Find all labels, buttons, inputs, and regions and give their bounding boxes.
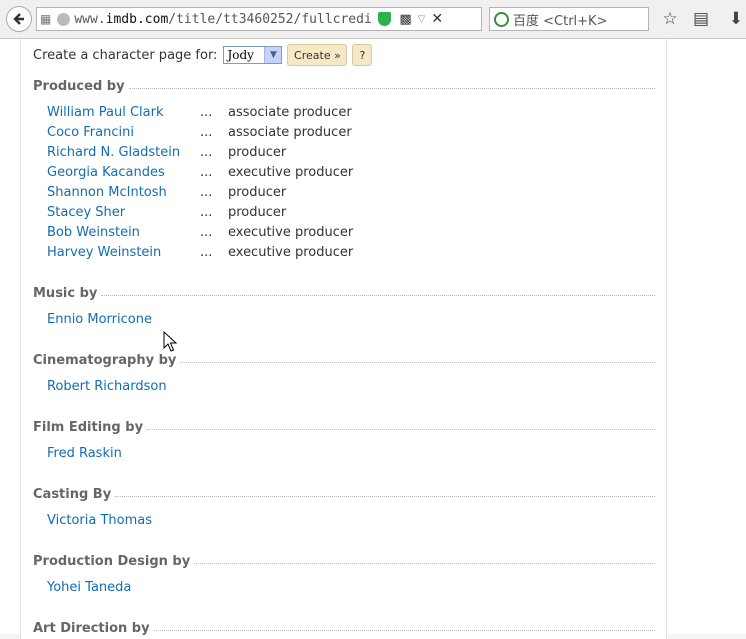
globe-icon bbox=[57, 12, 71, 26]
section-header: Casting By bbox=[33, 485, 655, 503]
table-row: Richard N. Gladstein... producer bbox=[47, 145, 287, 160]
help-button[interactable]: ? bbox=[352, 44, 373, 66]
table-row: Victoria Thomas bbox=[33, 511, 655, 531]
table-row: Robert Richardson bbox=[33, 377, 655, 397]
divider bbox=[115, 495, 655, 497]
credit-name-link[interactable]: Bob Weinstein bbox=[47, 225, 140, 240]
divider bbox=[128, 87, 655, 89]
bookmark-star-icon[interactable]: ☆ bbox=[660, 9, 680, 29]
qr-code-icon[interactable]: ▩ bbox=[399, 12, 411, 27]
url-text[interactable]: www.imdb.com/title/tt3460252/fullcredi bbox=[74, 12, 374, 27]
credit-name-link[interactable]: Richard N. Gladstein bbox=[47, 145, 180, 160]
shield-check-icon[interactable] bbox=[378, 12, 392, 26]
section-production-design-by: Production Design by Yohei Taneda bbox=[33, 552, 655, 598]
search-placeholder: 百度 <Ctrl+K> bbox=[513, 13, 608, 29]
divider bbox=[101, 294, 655, 296]
table-row: Coco Francini... associate producer bbox=[47, 125, 352, 140]
credit-name-link[interactable]: Stacey Sher bbox=[47, 205, 125, 220]
credit-name-link[interactable]: Coco Francini bbox=[47, 125, 134, 140]
credit-name-link[interactable]: William Paul Clark bbox=[47, 105, 164, 120]
character-select[interactable]: Jody ▼ bbox=[223, 46, 283, 64]
browser-toolbar: ▦ www.imdb.com/title/tt3460252/fullcredi… bbox=[0, 0, 746, 39]
section-cinematography-by: Cinematography by Robert Richardson bbox=[33, 351, 655, 397]
credit-role: executive producer bbox=[228, 225, 354, 240]
credit-role: producer bbox=[228, 145, 287, 160]
divider bbox=[180, 361, 655, 363]
search-engine-icon bbox=[494, 11, 509, 27]
divider bbox=[147, 428, 655, 430]
tab-list-icon[interactable]: ▦ bbox=[40, 12, 51, 26]
section-header: Produced by bbox=[33, 77, 655, 95]
divider bbox=[194, 562, 655, 564]
credit-role: associate producer bbox=[228, 125, 352, 140]
address-bar[interactable]: ▦ www.imdb.com/title/tt3460252/fullcredi… bbox=[36, 7, 482, 31]
table-row: Shannon McIntosh... producer bbox=[47, 185, 287, 200]
download-icon[interactable]: ⬇ bbox=[726, 9, 746, 29]
section-title: Music by bbox=[33, 285, 98, 301]
table-row: Ennio Morricone bbox=[33, 310, 655, 330]
credit-role: producer bbox=[228, 185, 287, 200]
section-title: Art Direction by bbox=[33, 620, 150, 636]
credit-role: executive producer bbox=[228, 165, 354, 180]
section-title: Cinematography by bbox=[33, 352, 177, 368]
section-produced-by: Produced by William Paul Clark... associa… bbox=[33, 77, 655, 263]
credits-content: Create a character page for: Jody ▼ Crea… bbox=[20, 39, 667, 639]
section-title: Produced by bbox=[33, 78, 125, 94]
section-title: Casting By bbox=[33, 486, 112, 502]
credit-name-link[interactable]: Fred Raskin bbox=[47, 446, 122, 461]
table-row: Bob Weinstein... executive producer bbox=[47, 225, 354, 240]
section-film-editing-by: Film Editing by Fred Raskin bbox=[33, 418, 655, 464]
credit-role: executive producer bbox=[228, 245, 354, 260]
section-art-direction-by: Art Direction by bbox=[33, 619, 655, 637]
divider bbox=[153, 629, 655, 631]
credit-name-link[interactable]: Victoria Thomas bbox=[47, 513, 152, 528]
section-title: Production Design by bbox=[33, 553, 191, 569]
credit-name-link[interactable]: Ennio Morricone bbox=[47, 312, 152, 327]
credit-name-link[interactable]: Harvey Weinstein bbox=[47, 245, 161, 260]
section-casting-by: Casting By Victoria Thomas bbox=[33, 485, 655, 531]
section-header: Music by bbox=[33, 284, 655, 302]
section-header: Film Editing by bbox=[33, 418, 655, 436]
table-row: William Paul Clark... associate producer bbox=[47, 105, 352, 120]
credit-name-link[interactable]: Robert Richardson bbox=[47, 379, 167, 394]
section-music-by: Music by Ennio Morricone bbox=[33, 284, 655, 330]
section-title: Film Editing by bbox=[33, 419, 144, 435]
dropdown-arrow-icon[interactable]: ▽ bbox=[418, 14, 426, 25]
character-page-label: Create a character page for: bbox=[33, 47, 218, 63]
credit-name-link[interactable]: Shannon McIntosh bbox=[47, 185, 167, 200]
back-button[interactable] bbox=[6, 6, 32, 32]
create-button[interactable]: Create » bbox=[287, 44, 348, 66]
character-page-form: Create a character page for: Jody ▼ Crea… bbox=[33, 43, 373, 67]
credit-name-link[interactable]: Yohei Taneda bbox=[47, 580, 131, 595]
table-row: Yohei Taneda bbox=[33, 578, 655, 598]
reading-list-icon[interactable]: ▤ bbox=[691, 9, 711, 29]
chevron-down-icon: ▼ bbox=[264, 47, 282, 63]
section-header: Cinematography by bbox=[33, 351, 655, 369]
search-bar[interactable]: 百度 <Ctrl+K> bbox=[489, 7, 649, 31]
section-header: Art Direction by bbox=[33, 619, 655, 637]
table-row: Georgia Kacandes... executive producer bbox=[47, 165, 354, 180]
table-row: Stacey Sher... producer bbox=[47, 205, 287, 220]
back-arrow-icon bbox=[13, 13, 24, 25]
close-icon[interactable]: ✕ bbox=[431, 11, 443, 27]
credit-role: producer bbox=[228, 205, 287, 220]
page: Create a character page for: Jody ▼ Crea… bbox=[0, 39, 746, 639]
credit-name-link[interactable]: Georgia Kacandes bbox=[47, 165, 165, 180]
credit-role: associate producer bbox=[228, 105, 352, 120]
table-row: Fred Raskin bbox=[33, 444, 655, 464]
table-row: Harvey Weinstein... executive producer bbox=[47, 245, 354, 260]
section-header: Production Design by bbox=[33, 552, 655, 570]
mouse-cursor-icon bbox=[163, 331, 177, 352]
